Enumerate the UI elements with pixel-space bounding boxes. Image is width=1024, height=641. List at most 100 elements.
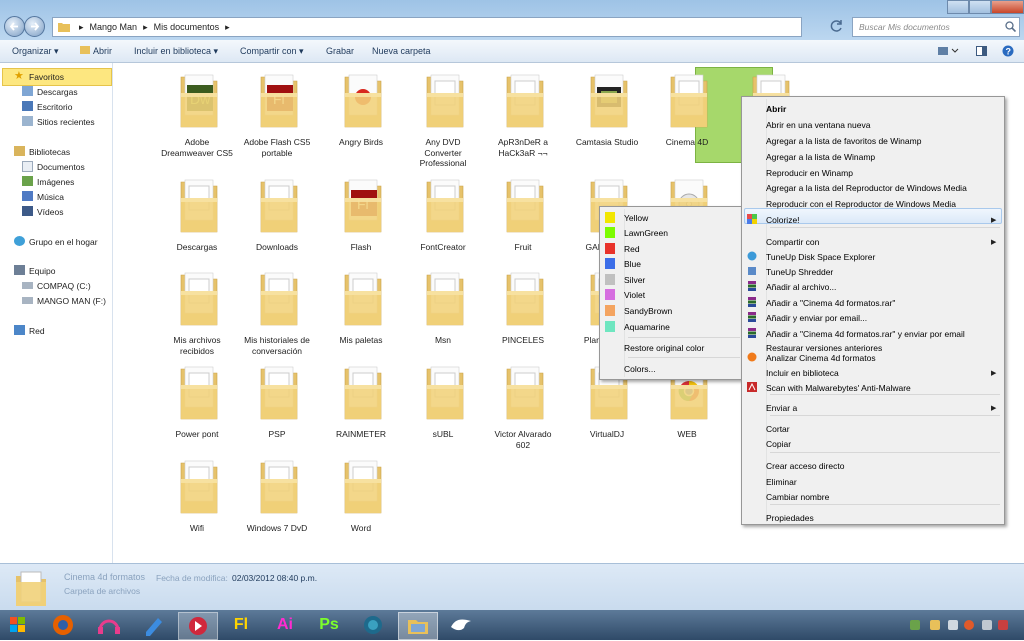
folder-item[interactable]: Angry Birds	[325, 67, 397, 159]
folder-item[interactable]: Mis historiales de conversación	[241, 265, 313, 357]
context-menu-item[interactable]: Eliminar	[742, 474, 1004, 489]
tray-icon[interactable]	[948, 620, 958, 630]
tray-icon[interactable]	[964, 620, 974, 630]
taskbar-explorer[interactable]	[398, 612, 438, 640]
menu-item-label: Aquamarine	[624, 322, 670, 332]
folder-item[interactable]: sUBL	[407, 359, 479, 451]
folder-item[interactable]: Victor Alvarado 602	[487, 359, 559, 451]
folder-item[interactable]: Mis archivos recibidos	[161, 265, 233, 357]
context-menu-item[interactable]: Enviar a ▶	[742, 400, 1004, 415]
context-menu-item[interactable]: Cambiar nombre	[742, 489, 1004, 504]
taskbar-illustrator[interactable]: Ai	[266, 612, 304, 638]
context-menu-item[interactable]: Crear acceso directo	[742, 458, 1004, 473]
context-menu-item[interactable]: Reproducir en Winamp	[742, 165, 1004, 180]
taskbar-pen-tool[interactable]	[134, 612, 172, 638]
menu-item-lawngreen[interactable]: LawnGreen	[600, 225, 744, 240]
context-menu-item[interactable]: Añadir al archivo...	[742, 279, 1004, 294]
context-menu-item[interactable]: Cortar	[742, 421, 1004, 436]
taskbar-photoshop[interactable]: Ps	[310, 612, 348, 638]
colorize-submenu: Yellow LawnGreen Red Blue Silver Violet …	[599, 206, 745, 380]
taskbar-media-player[interactable]	[178, 612, 218, 640]
burn-button[interactable]: Grabar	[326, 46, 354, 56]
folder-item[interactable]: PSP	[241, 359, 313, 451]
help-button[interactable]: ?	[1002, 45, 1014, 57]
folder-item[interactable]: Msn	[407, 265, 479, 357]
context-menu-item[interactable]: Agregar a la lista del Reproductor de Wi…	[742, 180, 1004, 195]
folder-item[interactable]: Downloads	[241, 172, 313, 264]
folder-item[interactable]: ApR3nDeR a HaCk3aR ¬¬	[487, 67, 559, 159]
taskbar-bird[interactable]	[442, 612, 480, 638]
tray-icon[interactable]	[930, 620, 940, 630]
address-bar[interactable]: ▸ Mango Man ▸ Mis documentos ▸	[52, 17, 802, 37]
new-folder-button[interactable]: Nueva carpeta	[372, 46, 431, 56]
context-menu-item[interactable]: Añadir a "Cinema 4d formatos.rar" y envi…	[742, 326, 1004, 341]
folder-item[interactable]: RAINMETER	[325, 359, 397, 451]
context-menu-item[interactable]: TuneUp Shredder	[742, 264, 1004, 279]
tray-icon[interactable]	[982, 620, 992, 630]
folder-item[interactable]: Fl Adobe Flash CS5 portable	[241, 67, 313, 159]
menu-item-yellow[interactable]: Yellow	[600, 210, 744, 225]
menu-item-silver[interactable]: Silver	[600, 272, 744, 287]
photoshop-icon: Ps	[319, 616, 339, 633]
context-menu-item[interactable]: Abrir	[742, 101, 1004, 116]
taskbar-headphones[interactable]	[90, 612, 128, 638]
context-menu-item[interactable]: Copiar	[742, 436, 1004, 451]
context-menu-item[interactable]: Analizar Cinema 4d formatos	[742, 350, 1004, 365]
context-menu-item[interactable]: TuneUp Disk Space Explorer	[742, 249, 1004, 264]
share-button[interactable]: Compartir con ▾	[240, 46, 304, 57]
search-input[interactable]: Buscar Mis documentos	[852, 17, 1020, 37]
folder-item[interactable]: Windows 7 DvD	[241, 453, 313, 545]
context-menu-item[interactable]: Reproducir con el Reproductor de Windows…	[742, 196, 1004, 211]
folder-item[interactable]: Descargas	[161, 172, 233, 264]
view-options-button[interactable]	[938, 46, 962, 57]
context-menu-item[interactable]: Incluir en biblioteca ▶	[742, 365, 1004, 380]
forward-button[interactable]	[24, 16, 45, 37]
context-menu-item[interactable]: Scan with Malwarebytes' Anti-Malware	[742, 380, 1004, 395]
breadcrumb-item[interactable]: Mango Man	[90, 22, 138, 32]
context-menu-item[interactable]: Agregar a la lista de favoritos de Winam…	[742, 133, 1004, 148]
preview-pane-button[interactable]	[976, 46, 988, 57]
context-menu-item[interactable]: Colorize! ▶	[742, 212, 1004, 227]
context-menu-item[interactable]: Añadir a "Cinema 4d formatos.rar"	[742, 295, 1004, 310]
folder-item[interactable]: Word	[325, 453, 397, 545]
context-menu-item[interactable]: Añadir y enviar por email...	[742, 310, 1004, 325]
menu-item-sandybrown[interactable]: SandyBrown	[600, 303, 744, 318]
folder-item[interactable]: Dw Adobe Dreamweaver CS5	[161, 67, 233, 159]
menu-item-red[interactable]: Red	[600, 241, 744, 256]
folder-item[interactable]: FontCreator	[407, 172, 479, 264]
refresh-button[interactable]	[806, 17, 846, 37]
start-button[interactable]	[2, 612, 40, 638]
back-button[interactable]	[4, 16, 25, 37]
menu-item-aquamarine[interactable]: Aquamarine	[600, 319, 744, 334]
context-menu-item[interactable]: Compartir con ▶	[742, 234, 1004, 249]
context-menu-item[interactable]: Abrir en una ventana nueva	[742, 117, 1004, 132]
malwarebytes-icon	[747, 382, 757, 393]
breadcrumb-item[interactable]: Mis documentos	[154, 22, 220, 32]
context-menu-item[interactable]: Propiedades	[742, 510, 1004, 525]
tray-icon[interactable]	[910, 620, 920, 630]
folder-item[interactable]: PINCELES	[487, 265, 559, 357]
taskbar-flash[interactable]: Fl	[222, 612, 260, 638]
folder-item[interactable]: Wifi	[161, 453, 233, 545]
maximize-button[interactable]	[969, 0, 991, 14]
folder-item[interactable]: Fruit	[487, 172, 559, 264]
taskbar-globe[interactable]	[354, 612, 392, 638]
taskbar-firefox[interactable]	[44, 612, 82, 638]
folder-item[interactable]: Fl Flash	[325, 172, 397, 264]
menu-item-colors[interactable]: Colors...	[600, 361, 744, 376]
folder-item[interactable]: Power pont	[161, 359, 233, 451]
folder-item[interactable]: Any DVD Converter Professional	[407, 67, 479, 168]
close-button[interactable]	[991, 0, 1024, 14]
menu-item-violet[interactable]: Violet	[600, 287, 744, 302]
organize-button[interactable]: Organizar ▾	[12, 46, 59, 57]
folder-item[interactable]: Camtasia Studio	[571, 67, 643, 159]
menu-item-blue[interactable]: Blue	[600, 256, 744, 271]
minimize-button[interactable]	[947, 0, 969, 14]
folder-item[interactable]: Cinema 4D	[651, 67, 723, 159]
menu-item-restore-color[interactable]: Restore original color	[600, 340, 744, 355]
context-menu-item[interactable]: Agregar a la lista de Winamp	[742, 149, 1004, 164]
open-button[interactable]: Abrir	[80, 46, 112, 56]
tray-icon[interactable]	[998, 620, 1008, 630]
folder-item[interactable]: Mis paletas	[325, 265, 397, 357]
include-library-button[interactable]: Incluir en biblioteca ▾	[134, 46, 218, 57]
